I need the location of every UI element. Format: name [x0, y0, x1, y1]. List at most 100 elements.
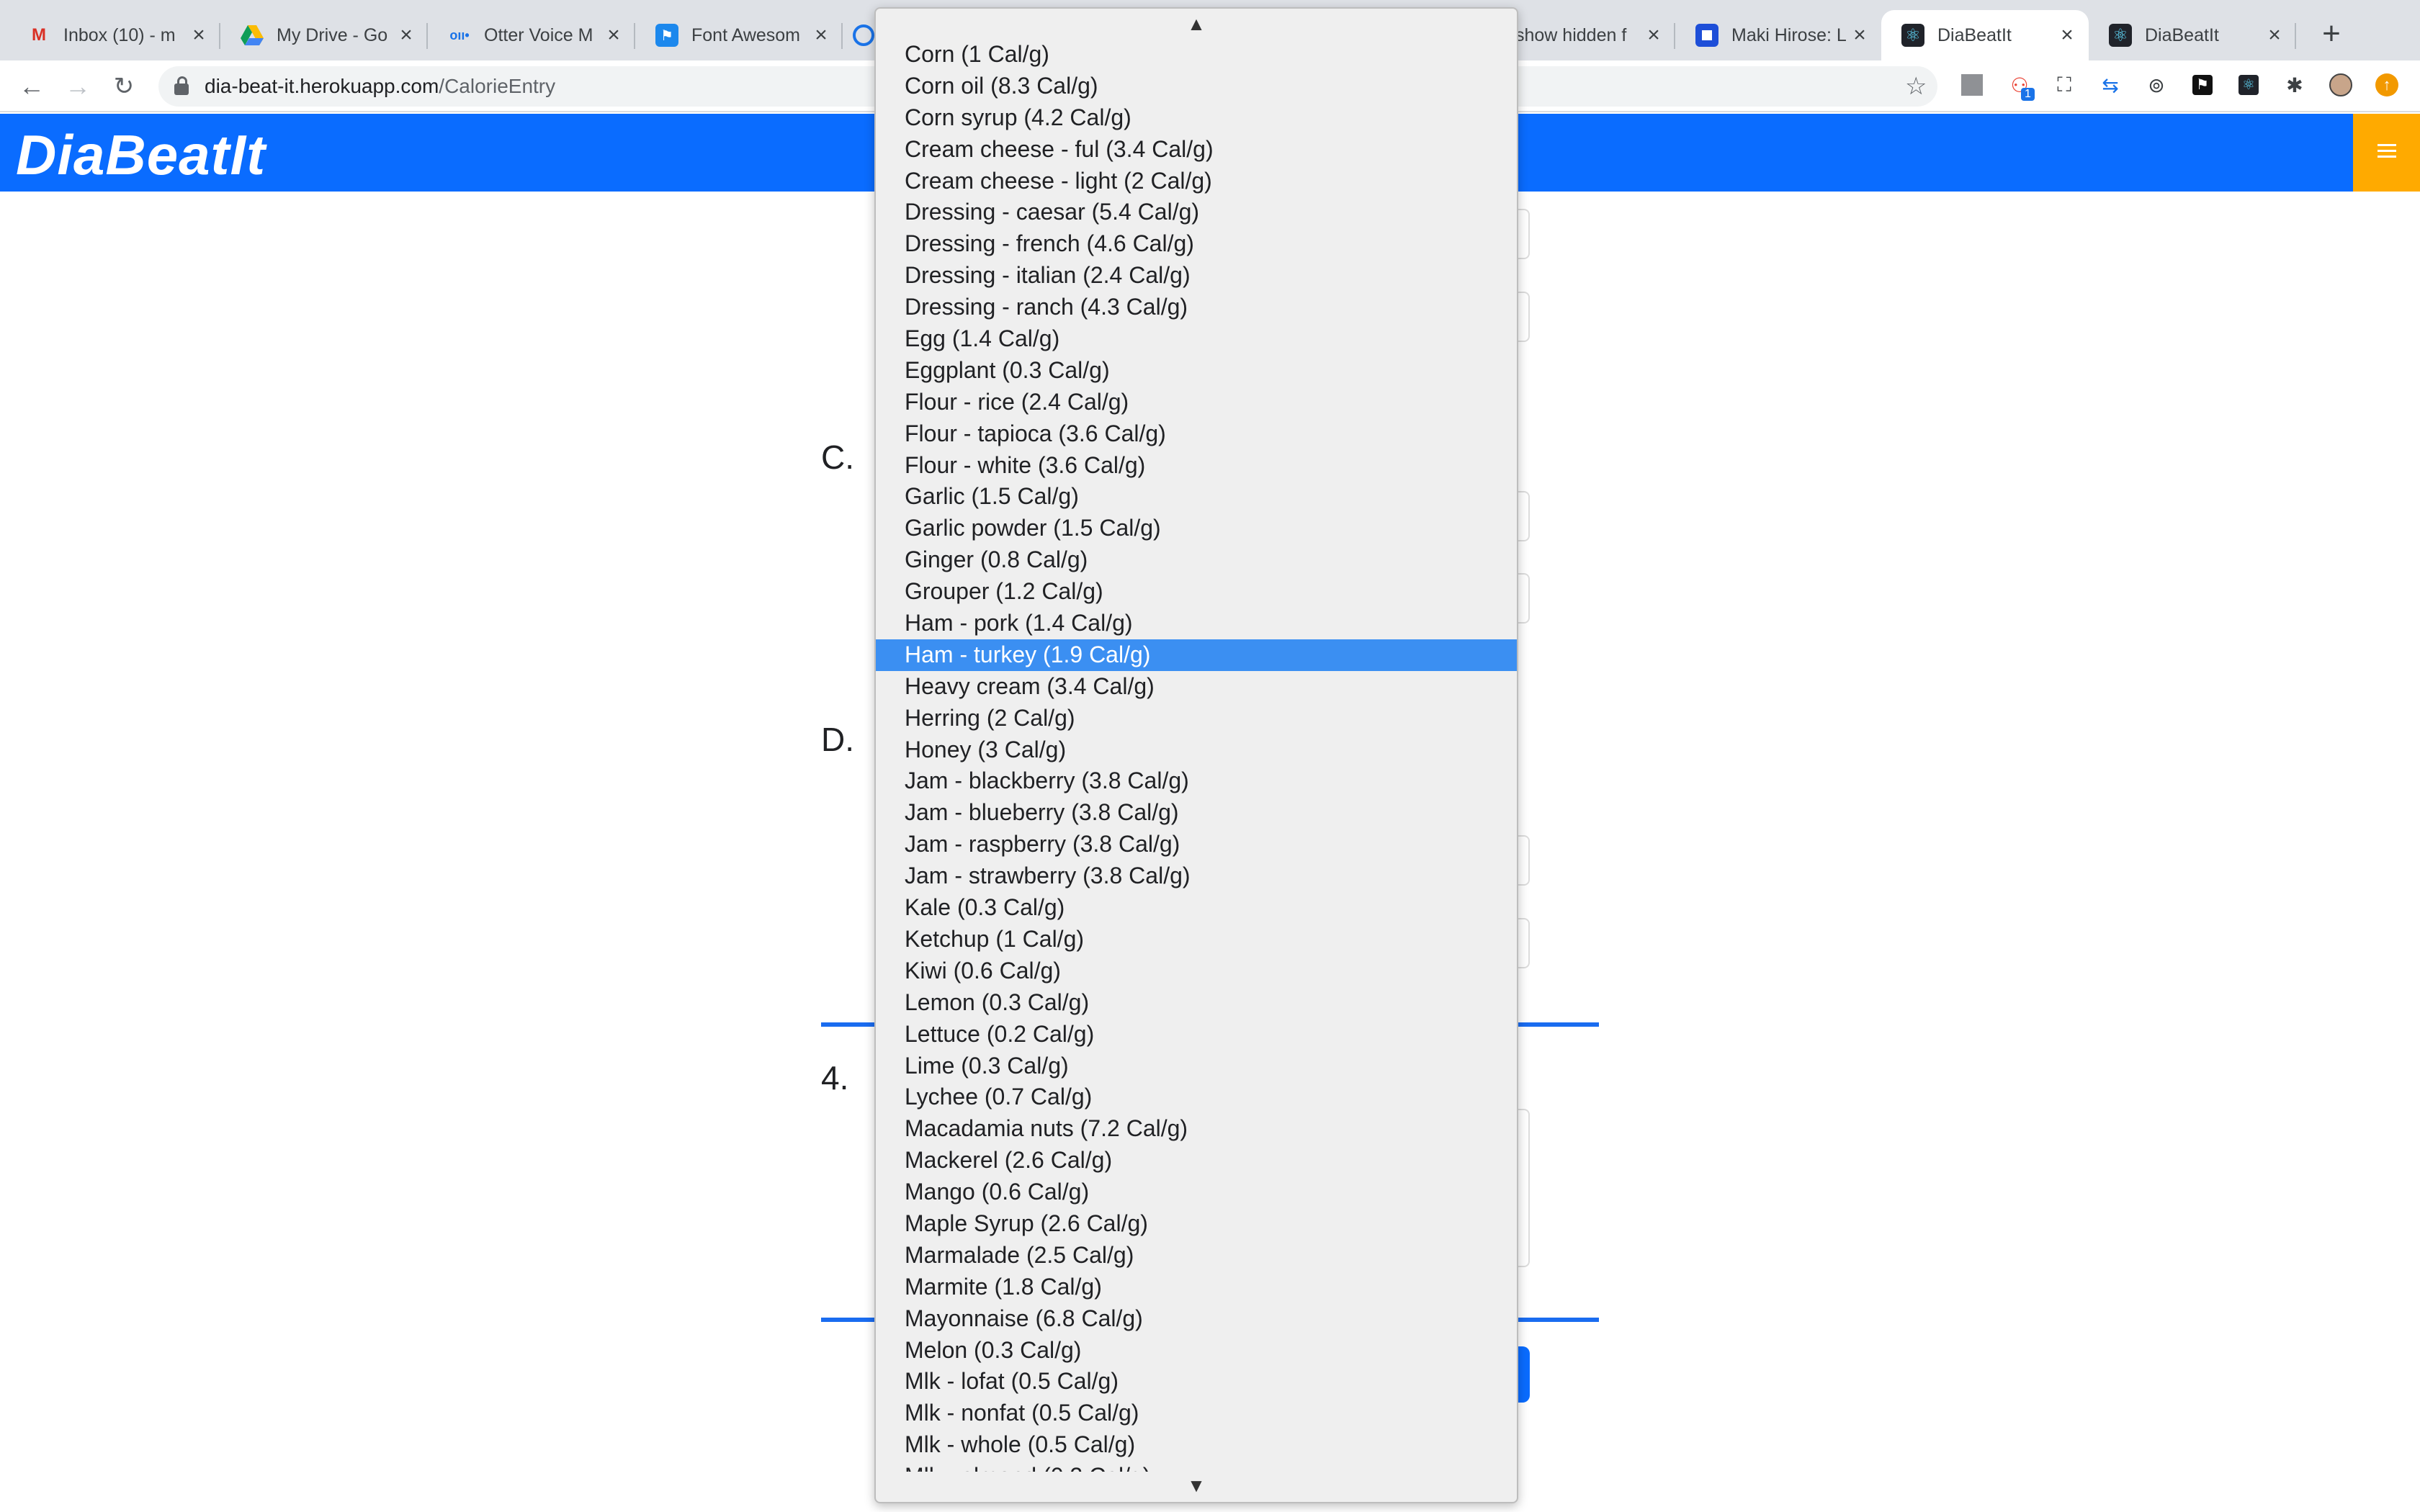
dropdown-option[interactable]: Corn syrup (4.2 Cal/g) — [876, 102, 1517, 134]
step-label-c: C. — [821, 438, 854, 476]
tab-title: Maki Hirose: L — [1731, 24, 1847, 45]
dropdown-option[interactable]: Lemon (0.3 Cal/g) — [876, 987, 1517, 1019]
dropdown-option[interactable]: Lime (0.3 Cal/g) — [876, 1050, 1517, 1082]
tab-title: Inbox (10) - m — [63, 24, 176, 45]
tab-google-drive[interactable]: My Drive - Go × — [220, 10, 428, 60]
dropdown-option[interactable]: Mlk - whole (0.5 Cal/g) — [876, 1429, 1517, 1461]
react-devtools-icon[interactable]: ⚛ — [2236, 72, 2262, 98]
dropdown-option[interactable]: Garlic (1.5 Cal/g) — [876, 481, 1517, 513]
sync-arrows-icon[interactable]: ⇆ — [2097, 72, 2123, 98]
otter-icon: oıı• — [449, 27, 470, 42]
dropdown-option[interactable]: Flour - rice (2.4 Cal/g) — [876, 387, 1517, 418]
hamburger-icon — [2377, 143, 2396, 163]
reload-button[interactable]: ↻ — [107, 69, 141, 104]
back-button[interactable]: ← — [14, 69, 49, 104]
tab-otter[interactable]: oıı• Otter Voice M × — [428, 10, 635, 60]
close-icon[interactable]: × — [602, 23, 625, 48]
close-icon[interactable]: × — [1848, 23, 1871, 48]
dropdown-option[interactable]: Flour - white (3.6 Cal/g) — [876, 450, 1517, 482]
extension-icon[interactable] — [1959, 72, 1985, 98]
dropdown-option[interactable]: Dressing - ranch (4.3 Cal/g) — [876, 292, 1517, 323]
dropdown-option[interactable]: Mlk - lofat (0.5 Cal/g) — [876, 1366, 1517, 1398]
dropdown-option[interactable]: Garlic powder (1.5 Cal/g) — [876, 513, 1517, 544]
dropdown-option[interactable]: Egg (1.4 Cal/g) — [876, 323, 1517, 355]
tab-title: show hidden f — [1515, 24, 1627, 45]
dropdown-option[interactable]: Ham - pork (1.4 Cal/g) — [876, 608, 1517, 639]
tab-separator — [2295, 23, 2296, 49]
dropdown-option[interactable]: Flour - tapioca (3.6 Cal/g) — [876, 418, 1517, 450]
dropdown-option[interactable]: Mlk - nonfat (0.5 Cal/g) — [876, 1398, 1517, 1429]
brand-logo[interactable]: DiaBeatIt — [16, 122, 266, 188]
circle-icon — [853, 24, 874, 46]
url-host: dia-beat-it.herokuapp.com — [205, 75, 439, 97]
close-icon[interactable]: × — [1642, 23, 1665, 48]
dropdown-option[interactable]: Kale (0.3 Cal/g) — [876, 892, 1517, 924]
dropdown-option[interactable]: Marmalade (2.5 Cal/g) — [876, 1240, 1517, 1272]
dropdown-option[interactable]: Dressing - caesar (5.4 Cal/g) — [876, 197, 1517, 228]
lock-icon — [174, 76, 189, 95]
puzzle-icon[interactable]: ✱ — [2282, 72, 2308, 98]
dropdown-option[interactable]: Heavy cream (3.4 Cal/g) — [876, 671, 1517, 703]
dropdown-option[interactable]: Herring (2 Cal/g) — [876, 703, 1517, 734]
dropdown-option[interactable]: Mango (0.6 Cal/g) — [876, 1176, 1517, 1208]
dropdown-option[interactable]: Jam - blueberry (3.8 Cal/g) — [876, 797, 1517, 829]
dropdown-option[interactable]: Corn oil (8.3 Cal/g) — [876, 71, 1517, 102]
close-icon[interactable]: × — [2056, 23, 2079, 48]
screenshot-icon[interactable]: ⛶ — [2051, 72, 2077, 98]
dropdown-option[interactable]: Cream cheese - light (2 Cal/g) — [876, 166, 1517, 197]
dropdown-option[interactable]: Jam - blackberry (3.8 Cal/g) — [876, 765, 1517, 797]
dropdown-option[interactable]: Maple Syrup (2.6 Cal/g) — [876, 1208, 1517, 1240]
dropdown-option-selected[interactable]: Ham - turkey (1.9 Cal/g) — [876, 639, 1517, 671]
extension-badge-count: 1 — [2021, 88, 2035, 101]
close-icon[interactable]: × — [187, 23, 210, 48]
react-icon: ⚛ — [1901, 24, 1924, 47]
close-icon[interactable]: × — [395, 23, 418, 48]
dropdown-option[interactable]: Dressing - french (4.6 Cal/g) — [876, 228, 1517, 260]
tab-title: Otter Voice M — [484, 24, 593, 45]
dropdown-option[interactable]: Lychee (0.7 Cal/g) — [876, 1081, 1517, 1113]
tab-show-hidden[interactable]: show hidden f × — [1512, 10, 1675, 60]
tab-diabeatit-active[interactable]: ⚛ DiaBeatIt × — [1881, 10, 2089, 60]
forward-button[interactable]: → — [60, 69, 95, 104]
dropdown-option[interactable]: Cream cheese - ful (3.4 Cal/g) — [876, 134, 1517, 166]
loop-icon[interactable]: ⊚ — [2143, 72, 2169, 98]
tab-partial[interactable] — [843, 10, 879, 60]
dropdown-option[interactable]: Marmite (1.8 Cal/g) — [876, 1272, 1517, 1303]
close-icon[interactable]: × — [2263, 23, 2286, 48]
new-tab-button[interactable]: + — [2313, 16, 2349, 52]
tab-font-awesome[interactable]: ⚑ Font Awesom × — [635, 10, 843, 60]
food-select-dropdown[interactable]: ▲ Corn (1 Cal/g) Corn oil (8.3 Cal/g) Corn… — [874, 7, 1518, 1503]
update-icon[interactable]: ↑ — [2374, 72, 2400, 98]
dropdown-option[interactable]: Macadamia nuts (7.2 Cal/g) — [876, 1113, 1517, 1145]
step-label-d: D. — [821, 721, 854, 758]
dropdown-option[interactable]: Jam - raspberry (3.8 Cal/g) — [876, 829, 1517, 860]
tab-maki-hirose[interactable]: Maki Hirose: L × — [1675, 10, 1881, 60]
bookmark-star-icon[interactable]: ☆ — [1905, 72, 1927, 101]
dropdown-option[interactable]: Honey (3 Cal/g) — [876, 734, 1517, 766]
tab-gmail[interactable]: M Inbox (10) - m × — [7, 10, 220, 60]
dropdown-option[interactable]: Ketchup (1 Cal/g) — [876, 924, 1517, 955]
close-icon[interactable]: × — [810, 23, 833, 48]
dropdown-option[interactable]: Grouper (1.2 Cal/g) — [876, 576, 1517, 608]
dropdown-option[interactable]: Melon (0.3 Cal/g) — [876, 1335, 1517, 1367]
tab-title: DiaBeatIt — [2145, 24, 2219, 45]
dropdown-option[interactable]: Mackerel (2.6 Cal/g) — [876, 1145, 1517, 1176]
flag-extension-icon[interactable]: ⚑ — [2190, 72, 2215, 98]
dropdown-option[interactable]: Jam - strawberry (3.8 Cal/g) — [876, 860, 1517, 892]
dropdown-option[interactable]: Mlk - almond (0.2 Cal/g) — [876, 1461, 1517, 1472]
dropdown-option[interactable]: Eggplant (0.3 Cal/g) — [876, 355, 1517, 387]
menu-toggle-button[interactable] — [2353, 114, 2420, 192]
dropdown-option[interactable]: Kiwi (0.6 Cal/g) — [876, 955, 1517, 987]
dropdown-option[interactable]: Mayonnaise (6.8 Cal/g) — [876, 1303, 1517, 1335]
avatar[interactable] — [2328, 72, 2354, 98]
scroll-down-arrow-icon[interactable]: ▼ — [876, 1475, 1517, 1500]
tab-diabeatit[interactable]: ⚛ DiaBeatIt × — [2089, 10, 2296, 60]
extension-badge-icon[interactable]: ⚇ 1 — [2007, 72, 2035, 101]
dropdown-options: Corn (1 Cal/g) Corn oil (8.3 Cal/g) Corn s… — [876, 39, 1517, 1472]
dropdown-option[interactable]: Dressing - italian (2.4 Cal/g) — [876, 260, 1517, 292]
dropdown-option[interactable]: Corn (1 Cal/g) — [876, 39, 1517, 71]
dropdown-option[interactable]: Lettuce (0.2 Cal/g) — [876, 1019, 1517, 1050]
dropdown-option[interactable]: Ginger (0.8 Cal/g) — [876, 544, 1517, 576]
scroll-up-arrow-icon[interactable]: ▲ — [876, 13, 1517, 39]
tab-title: Font Awesom — [691, 24, 801, 45]
